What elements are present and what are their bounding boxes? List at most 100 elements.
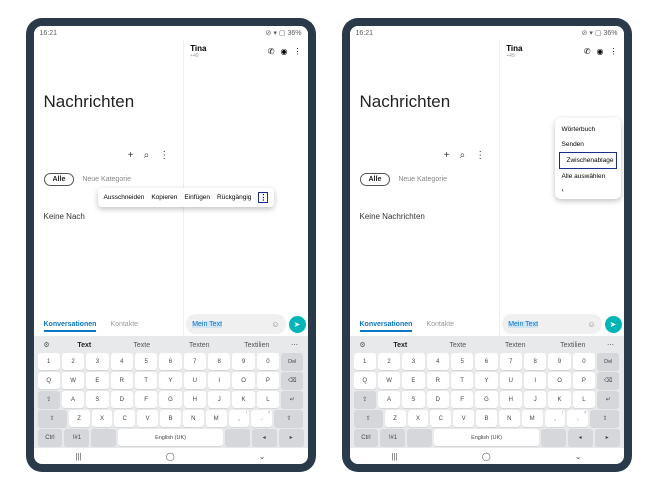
- key-blank[interactable]: [225, 429, 250, 446]
- key-6[interactable]: 6: [159, 353, 181, 370]
- key-3[interactable]: 3: [402, 353, 424, 370]
- key-G[interactable]: G: [159, 391, 181, 408]
- ctx-paste[interactable]: Einfügen: [184, 194, 210, 201]
- key-8[interactable]: 8: [208, 353, 230, 370]
- key-B[interactable]: B: [160, 410, 181, 427]
- key-X[interactable]: X: [408, 410, 429, 427]
- key-L[interactable]: L: [257, 391, 279, 408]
- key-N[interactable]: N: [499, 410, 520, 427]
- nav-home-icon[interactable]: ◯: [166, 452, 175, 461]
- key-R[interactable]: R: [427, 372, 449, 389]
- key-F[interactable]: F: [451, 391, 473, 408]
- compose-icon[interactable]: +: [128, 150, 134, 161]
- key-lang-switch[interactable]: [407, 429, 432, 446]
- key-O[interactable]: O: [232, 372, 254, 389]
- kbd-more-icon[interactable]: ⋯: [602, 341, 620, 349]
- key-right[interactable]: ▸: [595, 429, 620, 446]
- key-O[interactable]: O: [548, 372, 570, 389]
- key-D[interactable]: D: [427, 391, 449, 408]
- key-V[interactable]: V: [453, 410, 474, 427]
- selected-text[interactable]: Mein Text: [192, 321, 222, 328]
- key-4[interactable]: 4: [427, 353, 449, 370]
- suggestion-1[interactable]: Text: [372, 342, 430, 349]
- ctx-more-icon[interactable]: ⋮: [258, 192, 268, 203]
- key-Y[interactable]: Y: [159, 372, 181, 389]
- key-space[interactable]: English (UK): [434, 429, 539, 446]
- message-input[interactable]: Mein Text ☺: [502, 314, 601, 334]
- key-symbols[interactable]: !#1: [64, 429, 89, 446]
- key-R[interactable]: R: [111, 372, 133, 389]
- nav-home-icon[interactable]: ◯: [482, 452, 491, 461]
- key-T[interactable]: T: [135, 372, 157, 389]
- profile-icon[interactable]: ◉: [281, 47, 288, 56]
- key-backspace[interactable]: ⌫: [597, 372, 619, 389]
- key-S[interactable]: S: [402, 391, 424, 408]
- search-icon[interactable]: ⌕: [144, 150, 150, 161]
- tab-contacts[interactable]: Kontakte: [426, 321, 454, 332]
- nav-back-icon[interactable]: ⌄: [575, 452, 582, 461]
- key-9[interactable]: 9: [232, 353, 254, 370]
- key-Q[interactable]: Q: [354, 372, 376, 389]
- send-button[interactable]: ➤: [289, 316, 306, 333]
- key-blank[interactable]: [541, 429, 566, 446]
- key-1[interactable]: 1: [354, 353, 376, 370]
- key-symbols[interactable]: !#1: [380, 429, 405, 446]
- key-2[interactable]: 2: [62, 353, 84, 370]
- key-7[interactable]: 7: [500, 353, 522, 370]
- key-backspace[interactable]: ⌫: [281, 372, 303, 389]
- tab-conversations[interactable]: Konversationen: [44, 321, 97, 332]
- key-5[interactable]: 5: [135, 353, 157, 370]
- suggestion-2[interactable]: Texte: [113, 342, 171, 349]
- key-Q[interactable]: Q: [38, 372, 60, 389]
- key-M[interactable]: M: [206, 410, 227, 427]
- nav-recents-icon[interactable]: |||: [76, 452, 82, 461]
- key-comma[interactable]: ,!: [545, 410, 566, 427]
- key-P[interactable]: P: [573, 372, 595, 389]
- key-D[interactable]: D: [111, 391, 133, 408]
- key-enter[interactable]: ↵: [597, 391, 619, 408]
- key-F[interactable]: F: [135, 391, 157, 408]
- emoji-icon[interactable]: ☺: [587, 320, 595, 329]
- key-A[interactable]: A: [62, 391, 84, 408]
- filter-new-category[interactable]: Neue Kategorie: [398, 176, 447, 183]
- key-L[interactable]: L: [573, 391, 595, 408]
- key-comma[interactable]: ,!: [229, 410, 250, 427]
- key-shift-r[interactable]: ⇧: [274, 410, 303, 427]
- key-lang-switch[interactable]: [91, 429, 116, 446]
- suggestion-4[interactable]: Textilien: [544, 342, 602, 349]
- key-5[interactable]: 5: [451, 353, 473, 370]
- key-X[interactable]: X: [92, 410, 113, 427]
- selected-text[interactable]: Mein Text: [508, 321, 538, 328]
- profile-icon[interactable]: ◉: [597, 47, 604, 56]
- emoji-icon[interactable]: ☺: [271, 320, 279, 329]
- filter-all-chip[interactable]: Alle: [44, 173, 75, 186]
- more-icon[interactable]: ⋮: [159, 150, 169, 161]
- contact-name[interactable]: Tina: [506, 44, 522, 53]
- key-period[interactable]: .?: [567, 410, 588, 427]
- suggestion-1[interactable]: Text: [56, 342, 114, 349]
- key-3[interactable]: 3: [86, 353, 108, 370]
- key-U[interactable]: U: [184, 372, 206, 389]
- ctx-select-all[interactable]: Alle auswählen: [555, 169, 621, 184]
- key-delete[interactable]: Del: [597, 353, 619, 370]
- suggestion-3[interactable]: Texten: [487, 342, 545, 349]
- key-4[interactable]: 4: [111, 353, 133, 370]
- key-J[interactable]: J: [524, 391, 546, 408]
- tab-contacts[interactable]: Kontakte: [110, 321, 138, 332]
- call-icon[interactable]: ✆: [584, 47, 591, 56]
- send-button[interactable]: ➤: [605, 316, 622, 333]
- key-ctrl[interactable]: Ctrl: [354, 429, 379, 446]
- key-K[interactable]: K: [548, 391, 570, 408]
- key-T[interactable]: T: [451, 372, 473, 389]
- kbd-more-icon[interactable]: ⋯: [286, 341, 304, 349]
- key-caps[interactable]: ⇪: [38, 391, 60, 408]
- chat-more-icon[interactable]: ⋮: [610, 47, 618, 56]
- key-left[interactable]: ◂: [252, 429, 277, 446]
- key-0[interactable]: 0: [573, 353, 595, 370]
- ctx-copy[interactable]: Kopieren: [151, 194, 177, 201]
- more-icon[interactable]: ⋮: [475, 150, 485, 161]
- ctx-cut[interactable]: Ausschneiden: [104, 194, 145, 201]
- key-I[interactable]: I: [208, 372, 230, 389]
- key-Y[interactable]: Y: [475, 372, 497, 389]
- suggestion-4[interactable]: Textilien: [228, 342, 286, 349]
